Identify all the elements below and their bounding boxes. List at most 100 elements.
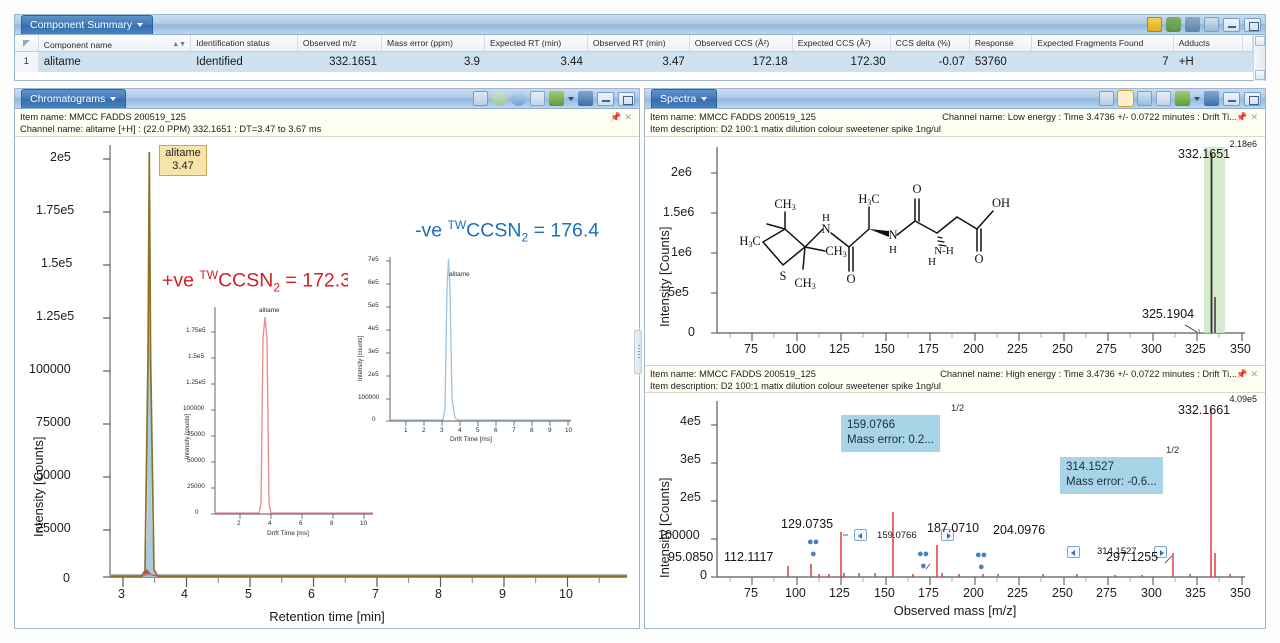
cell-component-name: alitame bbox=[43, 56, 81, 68]
tab-chromatograms[interactable]: Chromatograms bbox=[21, 89, 127, 108]
minimize-button[interactable] bbox=[1223, 91, 1240, 106]
component-summary-toolbar bbox=[1147, 17, 1261, 32]
table-icon[interactable] bbox=[1156, 91, 1171, 106]
peak-tooltip[interactable]: alitame 3.47 bbox=[159, 145, 207, 176]
prev-fragment-button-314[interactable] bbox=[1067, 546, 1080, 558]
grid-corner-cell[interactable] bbox=[15, 35, 39, 51]
spectrum-view-icon[interactable] bbox=[473, 91, 488, 106]
link-icon[interactable] bbox=[1166, 17, 1181, 32]
col-identification-status[interactable]: Identification status bbox=[191, 35, 298, 51]
inset-negative-xtick-1: 2 bbox=[422, 427, 426, 434]
he-x-tick-175: 175 bbox=[918, 586, 939, 600]
chain-link-icon[interactable] bbox=[492, 91, 507, 106]
low-energy-item-description: Item description: D2 100:1 matix dilutio… bbox=[650, 124, 941, 134]
chevron-down-icon[interactable] bbox=[1194, 96, 1200, 101]
col-expected-fragments-found[interactable]: Expected Fragments Found bbox=[1032, 35, 1174, 51]
col-expected-ccs[interactable]: Expected CCS (Å²) bbox=[793, 35, 891, 51]
inset-positive-drift[interactable]: Intensity [counts] 0 25000 50000 75000 1… bbox=[175, 299, 375, 549]
low-energy-spectrum-plot[interactable]: Intensity [Counts] 2.18e6 0 5e5 1e6 1.5e… bbox=[645, 137, 1265, 365]
refresh-icon[interactable] bbox=[511, 91, 526, 106]
table-icon[interactable] bbox=[530, 91, 545, 106]
hash-icon[interactable] bbox=[1185, 17, 1200, 32]
col-component-name[interactable]: Component name ▲▼ bbox=[39, 35, 192, 51]
tab-spectra[interactable]: Spectra bbox=[651, 89, 718, 108]
inset-negative-peak-label: alitame bbox=[449, 271, 470, 278]
le-x-tick-100: 100 bbox=[785, 342, 806, 356]
inset-positive-ytick-4: 100000 bbox=[183, 405, 205, 412]
inset-positive-ytick-0: 0 bbox=[195, 509, 199, 516]
select-icon[interactable] bbox=[1204, 17, 1219, 32]
le-peak-label-325: 325.1904 bbox=[1142, 307, 1195, 321]
zoom-tool-icon[interactable] bbox=[1137, 91, 1152, 106]
chromatogram-plot[interactable]: Intensity [Counts] 0 25000 50000 75000 1… bbox=[15, 137, 639, 627]
inset-positive-xtick-3: 8 bbox=[330, 520, 334, 527]
cell-expected-fragments-found: 7 bbox=[1162, 56, 1169, 68]
col-expected-rt[interactable]: Expected RT (min) bbox=[485, 35, 588, 51]
tab-spectra-label: Spectra bbox=[660, 93, 697, 105]
le-x-tick-250: 250 bbox=[1052, 342, 1073, 356]
mass-error-tooltip-314[interactable]: 314.1527 Mass error: -0.6... bbox=[1060, 457, 1163, 494]
chevron-down-icon[interactable] bbox=[701, 97, 708, 101]
fraction-label-314: 1/2 bbox=[1166, 445, 1180, 456]
inset-negative-x-label: Drift Time [ms] bbox=[450, 436, 492, 443]
move-icon[interactable] bbox=[1204, 91, 1219, 106]
col-observed-mz[interactable]: Observed m/z bbox=[298, 35, 383, 51]
annotation-negative-ccs: -ve TWCCSN2 = 176.4 bbox=[415, 218, 600, 245]
inset-negative-ytick-7: 7e5 bbox=[368, 256, 379, 263]
pointer-tool-icon[interactable] bbox=[1117, 90, 1134, 107]
col-adducts[interactable]: Adducts bbox=[1174, 35, 1243, 51]
info-icon[interactable] bbox=[1147, 17, 1162, 32]
high-energy-spectrum-plot[interactable]: Intensity [Counts] 4.09e5 0 100000 2e5 3… bbox=[645, 393, 1265, 625]
col-ccs-delta[interactable]: CCS delta (%) bbox=[891, 35, 970, 51]
scroll-up-icon[interactable] bbox=[1255, 36, 1265, 46]
he-x-tick-200: 200 bbox=[963, 586, 984, 600]
svg-text:O: O bbox=[912, 182, 921, 196]
isotope-cluster-icon-187: ●● ● bbox=[917, 548, 929, 572]
pin-close-icons[interactable]: 📌✕ bbox=[610, 111, 635, 123]
minimize-button[interactable] bbox=[597, 91, 614, 106]
row-index: 1 bbox=[15, 52, 39, 72]
chevron-down-icon[interactable] bbox=[137, 23, 144, 27]
prev-fragment-button-159[interactable] bbox=[854, 529, 867, 541]
pin-close-icons[interactable]: 📌✕ bbox=[1236, 111, 1261, 123]
spectra-window: Spectra Item name: MMCC FADDS 200519_125… bbox=[644, 88, 1266, 629]
maximize-button[interactable] bbox=[1244, 17, 1261, 32]
le-x-tick-225: 225 bbox=[1007, 342, 1028, 356]
x-tick-7: 7 bbox=[372, 587, 379, 601]
summary-vertical-scrollbar[interactable] bbox=[1253, 35, 1265, 81]
chromatogram-channel-name: Channel name: alitame [+H] : (22.0 PPM) … bbox=[20, 124, 322, 134]
inset-positive-x-label: Drift Time [ms] bbox=[267, 530, 309, 537]
le-x-tick-150: 150 bbox=[874, 342, 895, 356]
pin-close-icons[interactable]: 📌✕ bbox=[1236, 368, 1261, 380]
cell-adducts: +H bbox=[1178, 56, 1194, 68]
mass-error-tooltip-159[interactable]: 159.0766 Mass error: 0.2... bbox=[841, 415, 940, 452]
isotope-cluster-icon-129: ●● ● bbox=[807, 536, 819, 560]
col-mass-error[interactable]: Mass error (ppm) bbox=[382, 35, 485, 51]
spectra-titlebar: Spectra bbox=[645, 89, 1265, 109]
panel-splitter[interactable] bbox=[634, 330, 642, 374]
maximize-button[interactable] bbox=[1244, 91, 1261, 106]
he-peak-label-159: 159.0766 bbox=[877, 530, 917, 541]
inset-negative-xtick-7: 8 bbox=[530, 427, 534, 434]
table-row[interactable]: 1 alitame Identified 332.1651 3.9 3.44 3… bbox=[15, 52, 1253, 72]
export-icon[interactable] bbox=[1175, 91, 1190, 106]
he-x-tick-125: 125 bbox=[829, 586, 850, 600]
inset-negative-drift[interactable]: Intensity [counts] 0 100000 2e5 3e5 4e5 … bbox=[348, 249, 573, 449]
spectrum-view-icon[interactable] bbox=[1099, 91, 1114, 106]
move-icon[interactable] bbox=[578, 91, 593, 106]
export-icon[interactable] bbox=[549, 91, 564, 106]
tab-component-summary-label: Component Summary bbox=[30, 19, 133, 31]
svg-text:O: O bbox=[974, 252, 983, 266]
inset-negative-ytick-1: 100000 bbox=[358, 394, 380, 401]
chevron-down-icon[interactable] bbox=[568, 96, 574, 101]
col-observed-rt[interactable]: Observed RT (min) bbox=[588, 35, 690, 51]
col-observed-ccs[interactable]: Observed CCS (Å²) bbox=[690, 35, 793, 51]
tab-component-summary[interactable]: Component Summary bbox=[21, 15, 154, 34]
col-response[interactable]: Response bbox=[970, 35, 1033, 51]
cell-observed-rt: 3.47 bbox=[662, 56, 685, 68]
x-tick-9: 9 bbox=[499, 587, 506, 601]
chevron-down-icon[interactable] bbox=[110, 97, 117, 101]
scroll-down-icon[interactable] bbox=[1255, 70, 1265, 80]
maximize-button[interactable] bbox=[618, 91, 635, 106]
minimize-button[interactable] bbox=[1223, 17, 1240, 32]
